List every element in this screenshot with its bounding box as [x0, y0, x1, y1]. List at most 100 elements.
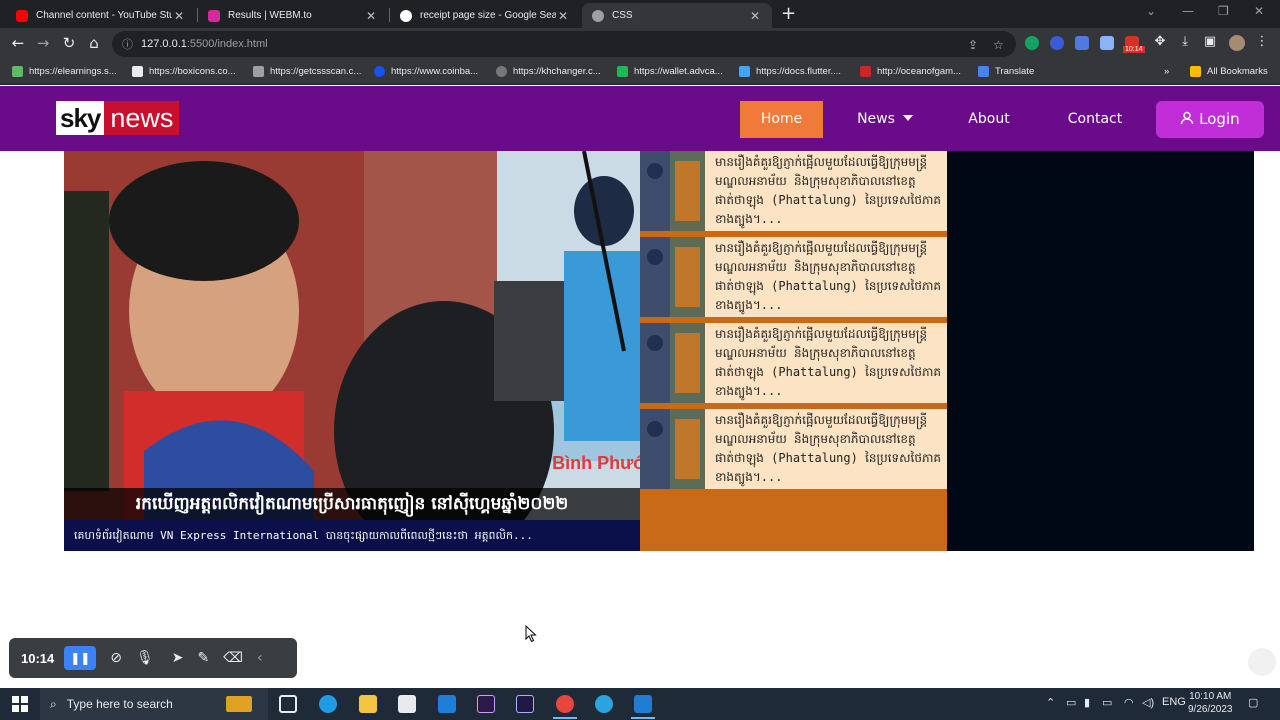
- translate-extension-icon[interactable]: [1075, 36, 1089, 50]
- store-icon[interactable]: [398, 695, 416, 713]
- close-icon[interactable]: ✕: [556, 9, 570, 23]
- pen-icon[interactable]: ✎: [198, 650, 210, 666]
- side-news-text: មានរឿងគំគួរឱ្យភ្ញាក់ផ្អើលមួយដែលធ្វើឱ្យក្…: [715, 155, 942, 226]
- side-panel-icon[interactable]: ▣: [1200, 34, 1220, 49]
- forward-icon[interactable]: →: [33, 34, 53, 52]
- more-bookmarks-icon[interactable]: »: [1164, 66, 1169, 77]
- tab-css[interactable]: CSS ✕: [582, 3, 772, 28]
- home-icon[interactable]: ⌂: [84, 34, 104, 52]
- language-indicator[interactable]: ENG: [1162, 696, 1186, 708]
- tray-overflow-icon[interactable]: ⌃: [1046, 696, 1055, 709]
- bookmark-item[interactable]: https://khchanger.c...: [496, 66, 601, 77]
- login-button[interactable]: Login: [1156, 101, 1264, 138]
- download-icon[interactable]: ⤓: [1175, 34, 1195, 49]
- chrome-icon[interactable]: [556, 695, 574, 713]
- side-news-item[interactable]: មានរឿងគំគួរឱ្យភ្ញាក់ផ្អើលមួយដែលធ្វើឱ្យក្…: [640, 237, 947, 317]
- tab-google-search[interactable]: receipt page size - Google Search ✕: [390, 3, 580, 28]
- hero-article[interactable]: Bình Phước រកឃើញអត្តពលិកវៀតណាមប្រើសារធាត…: [64, 151, 640, 551]
- avatar[interactable]: [1229, 35, 1245, 51]
- all-bookmarks[interactable]: All Bookmarks: [1190, 66, 1268, 77]
- tab-title: Results | WEBM.to: [228, 10, 312, 21]
- globe-icon: [592, 9, 604, 22]
- new-tab-button[interactable]: +: [781, 4, 796, 24]
- taskbar-search[interactable]: ⌕ Type here to search: [40, 688, 268, 720]
- microphone-icon[interactable]: 🎙︎: [136, 650, 154, 666]
- nav-contact[interactable]: Contact: [1050, 101, 1140, 138]
- site-info-icon[interactable]: ⓘ: [122, 36, 133, 52]
- menu-icon[interactable]: ⋮: [1252, 34, 1272, 49]
- reload-icon[interactable]: ↻: [59, 34, 79, 52]
- nav-about[interactable]: About: [950, 101, 1028, 138]
- nav-news[interactable]: News: [840, 101, 930, 138]
- pointer-icon[interactable]: ➤: [172, 650, 184, 666]
- restore-button[interactable]: ❐: [1218, 4, 1229, 18]
- edge-icon[interactable]: [319, 695, 337, 713]
- bookmark-item[interactable]: https://getcssscan.c...: [253, 66, 361, 77]
- bookmark-item[interactable]: https://docs.flutter....: [739, 66, 841, 77]
- share-icon[interactable]: ⇪: [968, 38, 978, 52]
- battery-icon[interactable]: ▭: [1102, 696, 1112, 709]
- news-thumbnail: [640, 151, 705, 231]
- tab-webm[interactable]: Results | WEBM.to ✕: [198, 3, 388, 28]
- after-effects-icon[interactable]: [516, 695, 534, 713]
- windows-start-icon[interactable]: [12, 696, 28, 712]
- puzzle-icon[interactable]: ✥: [1150, 34, 1170, 49]
- task-view-icon[interactable]: [279, 695, 297, 713]
- tab-youtube-studio[interactable]: Channel content - YouTube Studio ✕: [6, 3, 196, 28]
- side-news-item[interactable]: មានរឿងគំគួរឱ្យភ្ញាក់ផ្អើលមួយដែលធ្វើឱ្យក្…: [640, 409, 947, 489]
- bookmark-star-icon[interactable]: ☆: [993, 38, 1004, 52]
- screen-recorder-toolbar: 10:14 ❚❚ ⊘ 🎙︎ ➤ ✎ ⌫ ‹: [9, 638, 297, 678]
- browser-toolbar: ← → ↻ ⌂ ⓘ 127.0.0.1:5500/index.html ⇪ ☆ …: [0, 28, 1280, 60]
- back-icon[interactable]: ←: [8, 34, 28, 52]
- close-icon[interactable]: ✕: [748, 9, 762, 23]
- tab-title: Channel content - YouTube Studio: [36, 10, 172, 21]
- sky-news-logo[interactable]: sky news: [56, 101, 180, 135]
- collapse-icon[interactable]: ‹: [257, 650, 263, 666]
- news-content: Bình Phước រកឃើញអត្តពលិកវៀតណាមប្រើសារធាត…: [64, 151, 1254, 551]
- bookmark-item[interactable]: https://wallet.advca...: [617, 66, 723, 77]
- volume-icon[interactable]: ◁): [1142, 696, 1154, 709]
- bookmark-item[interactable]: https://boxicons.co...: [132, 66, 236, 77]
- screen-extension-icon[interactable]: [1100, 36, 1114, 50]
- search-highlight-icon: [226, 696, 252, 712]
- telegram-icon[interactable]: [595, 695, 613, 713]
- watermark-text: Bình Phước: [552, 453, 640, 473]
- side-news-text: មានរឿងគំគួរឱ្យភ្ញាក់ផ្អើលមួយដែលធ្វើឱ្យក្…: [715, 413, 942, 484]
- bookmark-item[interactable]: https://www.coinba...: [374, 66, 478, 77]
- mic-tray-icon[interactable]: ▮: [1084, 696, 1090, 709]
- eraser-icon[interactable]: ⌫: [223, 650, 243, 666]
- vscode-icon[interactable]: [634, 695, 652, 713]
- mail-icon[interactable]: [438, 695, 456, 713]
- close-icon[interactable]: ✕: [364, 9, 378, 23]
- close-icon[interactable]: ✕: [172, 9, 186, 23]
- extension-icon[interactable]: [1050, 36, 1064, 50]
- premiere-icon[interactable]: [477, 695, 495, 713]
- mouse-cursor-icon: [525, 625, 537, 643]
- close-window-button[interactable]: ✕: [1254, 4, 1264, 18]
- side-news-item[interactable]: មានរឿងគំគួរឱ្យភ្ញាក់ផ្អើលមួយដែលធ្វើឱ្យក្…: [640, 323, 947, 403]
- notifications-icon[interactable]: ▢: [1248, 696, 1258, 709]
- bookmarks-bar: https://elearnings.s... https://boxicons…: [0, 60, 1280, 85]
- news-thumbnail: [640, 409, 705, 489]
- tab-title: receipt page size - Google Search: [420, 10, 556, 21]
- network-icon[interactable]: ▭: [1066, 696, 1076, 709]
- file-explorer-icon[interactable]: [359, 695, 377, 713]
- hero-headline[interactable]: រកឃើញអត្តពលិកវៀតណាមប្រើសារធាតុញៀន នៅស៊ីហ…: [64, 488, 640, 520]
- extension-badge: 10:14: [1123, 46, 1145, 53]
- grammarly-icon[interactable]: [1025, 36, 1039, 50]
- side-news-item[interactable]: មានរឿងគំគួរឱ្យភ្ញាក់ផ្អើលមួយដែលធ្វើឱ្យក្…: [640, 151, 947, 231]
- recording-timer: 10:14: [21, 650, 55, 666]
- tab-search-icon[interactable]: ⌄: [1146, 4, 1156, 18]
- wifi-icon[interactable]: ◠: [1124, 696, 1134, 709]
- bookmark-item[interactable]: http://oceanofgam...: [860, 66, 961, 77]
- bookmark-item[interactable]: https://elearnings.s...: [12, 66, 117, 77]
- webcam-off-icon[interactable]: ⊘: [110, 650, 122, 666]
- address-bar[interactable]: ⓘ 127.0.0.1:5500/index.html ⇪ ☆: [112, 31, 1016, 57]
- assistant-bubble-icon[interactable]: [1248, 648, 1276, 676]
- pause-button[interactable]: ❚❚: [64, 646, 97, 670]
- nav-home[interactable]: Home: [740, 101, 823, 138]
- bookmark-translate[interactable]: Translate: [978, 66, 1034, 77]
- minimize-button[interactable]: —: [1182, 4, 1194, 18]
- system-clock[interactable]: 10:10 AM 9/26/2023: [1188, 690, 1233, 716]
- news-thumbnail: [640, 323, 705, 403]
